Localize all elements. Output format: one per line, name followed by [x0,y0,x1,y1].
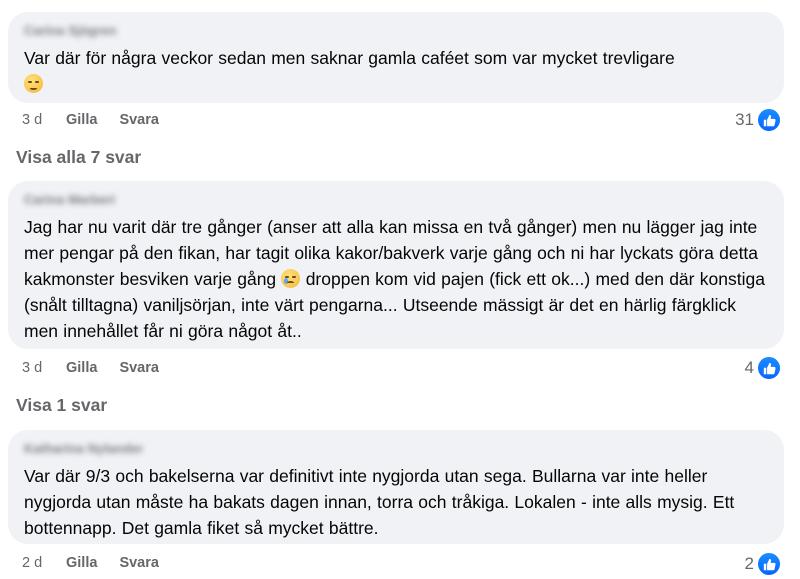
like-button[interactable]: Gilla [66,555,97,571]
comment-text: Var där 9/3 och bakelserna var definitiv… [24,466,735,538]
like-count-value: 31 [735,110,754,129]
comment-author[interactable]: Carina Sjögren [24,23,768,41]
reply-button[interactable]: Svara [119,555,159,571]
like-count[interactable]: 31 [735,107,782,133]
comment-time[interactable]: 2 d [22,555,66,571]
like-button[interactable]: Gilla [66,360,97,376]
view-replies-link[interactable]: Visa 1 svar [16,395,107,416]
like-count-value: 4 [744,358,754,377]
comment-text: Jag har nu varit där tre gånger (anser a… [24,214,768,344]
comment-bubble: Carina Sjögren Var där för några veckor … [8,12,784,103]
like-count[interactable]: 4 [745,355,782,381]
comment-text: Var där för några veckor sedan men sakna… [24,45,768,97]
comment-time[interactable]: 3 d [22,112,66,128]
comment-text-body: Var där för några veckor sedan men sakna… [24,48,675,68]
comment-author[interactable]: Katharina Nylander [24,441,768,459]
comment-bubble: Katharina Nylander Var där 9/3 och bakel… [8,430,784,544]
comment-time[interactable]: 3 d [22,360,66,376]
comment-bubble: Carina Marberi Jag har nu varit där tre … [8,181,784,349]
thumbs-up-icon [756,355,782,381]
reply-button[interactable]: Svara [119,112,159,128]
reply-button[interactable]: Svara [119,360,159,376]
like-count-value: 2 [744,554,754,573]
view-replies-link[interactable]: Visa alla 7 svar [16,147,141,168]
comment-actions: 3 d Gilla Svara [22,111,181,129]
crying-face-emoji-icon [281,269,301,288]
like-count[interactable]: 2 [745,551,782,577]
thumbs-up-icon [756,107,782,133]
comment-author[interactable]: Carina Marberi [24,192,768,210]
thumbs-up-icon [756,551,782,577]
like-button[interactable]: Gilla [66,112,97,128]
pensive-face-emoji-icon [24,74,43,93]
comment-actions: 3 d Gilla Svara [22,359,181,377]
comment-actions: 2 d Gilla Svara [22,554,181,572]
